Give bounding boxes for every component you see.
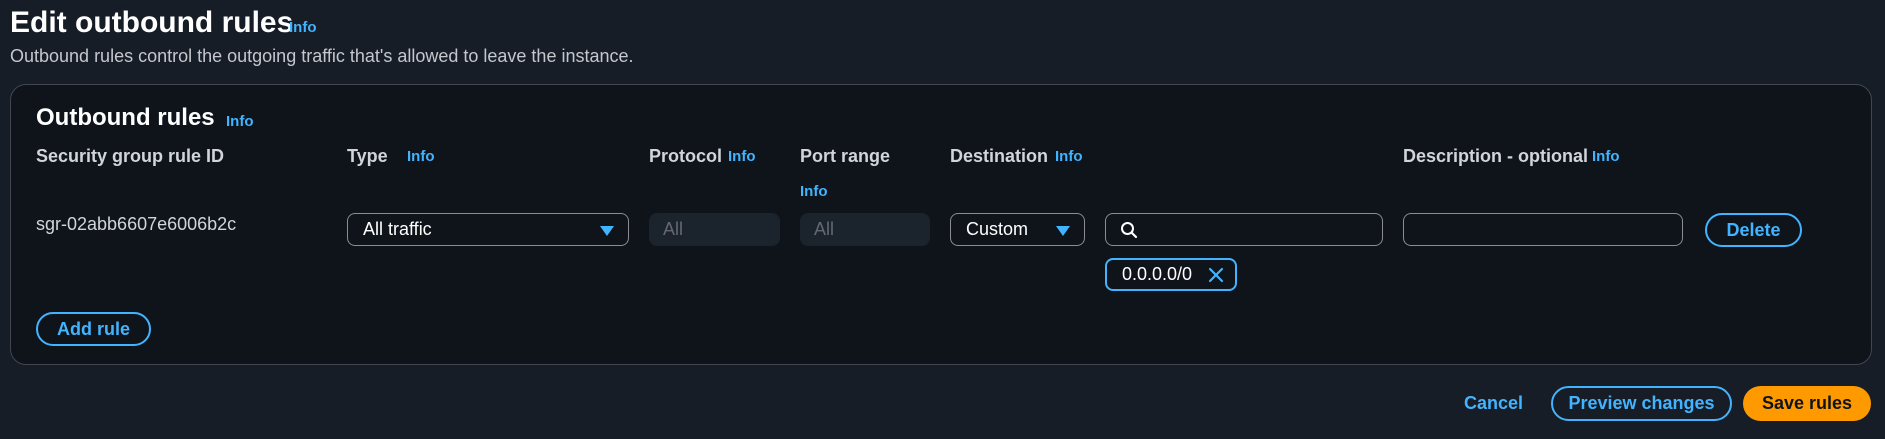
destination-info-link[interactable]: Info	[1055, 148, 1083, 165]
column-header-description: Description - optional	[1403, 146, 1589, 166]
description-info-link[interactable]: Info	[1592, 148, 1620, 165]
delete-rule-button[interactable]: Delete	[1705, 213, 1802, 247]
column-header-type: Type	[347, 146, 388, 166]
protocol-info-link[interactable]: Info	[728, 148, 756, 165]
column-header-destination: Destination	[950, 146, 1049, 166]
save-rules-button[interactable]: Save rules	[1743, 386, 1871, 421]
protocol-input: All	[649, 213, 780, 246]
destination-token-label: 0.0.0.0/0	[1122, 264, 1193, 284]
panel-title-info-link[interactable]: Info	[226, 113, 254, 130]
type-select-value: All traffic	[363, 219, 432, 239]
page-description: Outbound rules control the outgoing traf…	[10, 46, 634, 66]
cancel-button[interactable]: Cancel	[1464, 393, 1523, 414]
port-range-input: All	[800, 213, 930, 246]
destination-token: 0.0.0.0/0	[1105, 258, 1237, 291]
column-header-protocol: Protocol	[649, 146, 723, 166]
port-range-info-link[interactable]: Info	[800, 183, 828, 200]
panel-title: Outbound rules	[36, 104, 215, 131]
search-icon	[1121, 222, 1138, 239]
preview-changes-button[interactable]: Preview changes	[1551, 386, 1732, 421]
description-input[interactable]	[1403, 213, 1683, 246]
column-header-rule-id: Security group rule ID	[36, 146, 225, 166]
caret-down-icon	[1056, 226, 1070, 236]
page-title: Edit outbound rules	[10, 6, 294, 39]
destination-type-value: Custom	[966, 219, 1029, 239]
destination-type-select[interactable]: Custom	[950, 213, 1085, 246]
add-rule-button[interactable]: Add rule	[36, 312, 151, 346]
close-icon[interactable]	[1208, 267, 1224, 283]
page-title-info-link[interactable]: Info	[289, 19, 317, 36]
rule-id: sgr-02abb6607e6006b2c	[36, 214, 237, 234]
type-select[interactable]: All traffic	[347, 213, 629, 246]
type-info-link[interactable]: Info	[407, 148, 435, 165]
column-header-port-range: Port range	[800, 146, 891, 166]
caret-down-icon	[600, 226, 614, 236]
destination-search-input[interactable]	[1105, 213, 1383, 246]
